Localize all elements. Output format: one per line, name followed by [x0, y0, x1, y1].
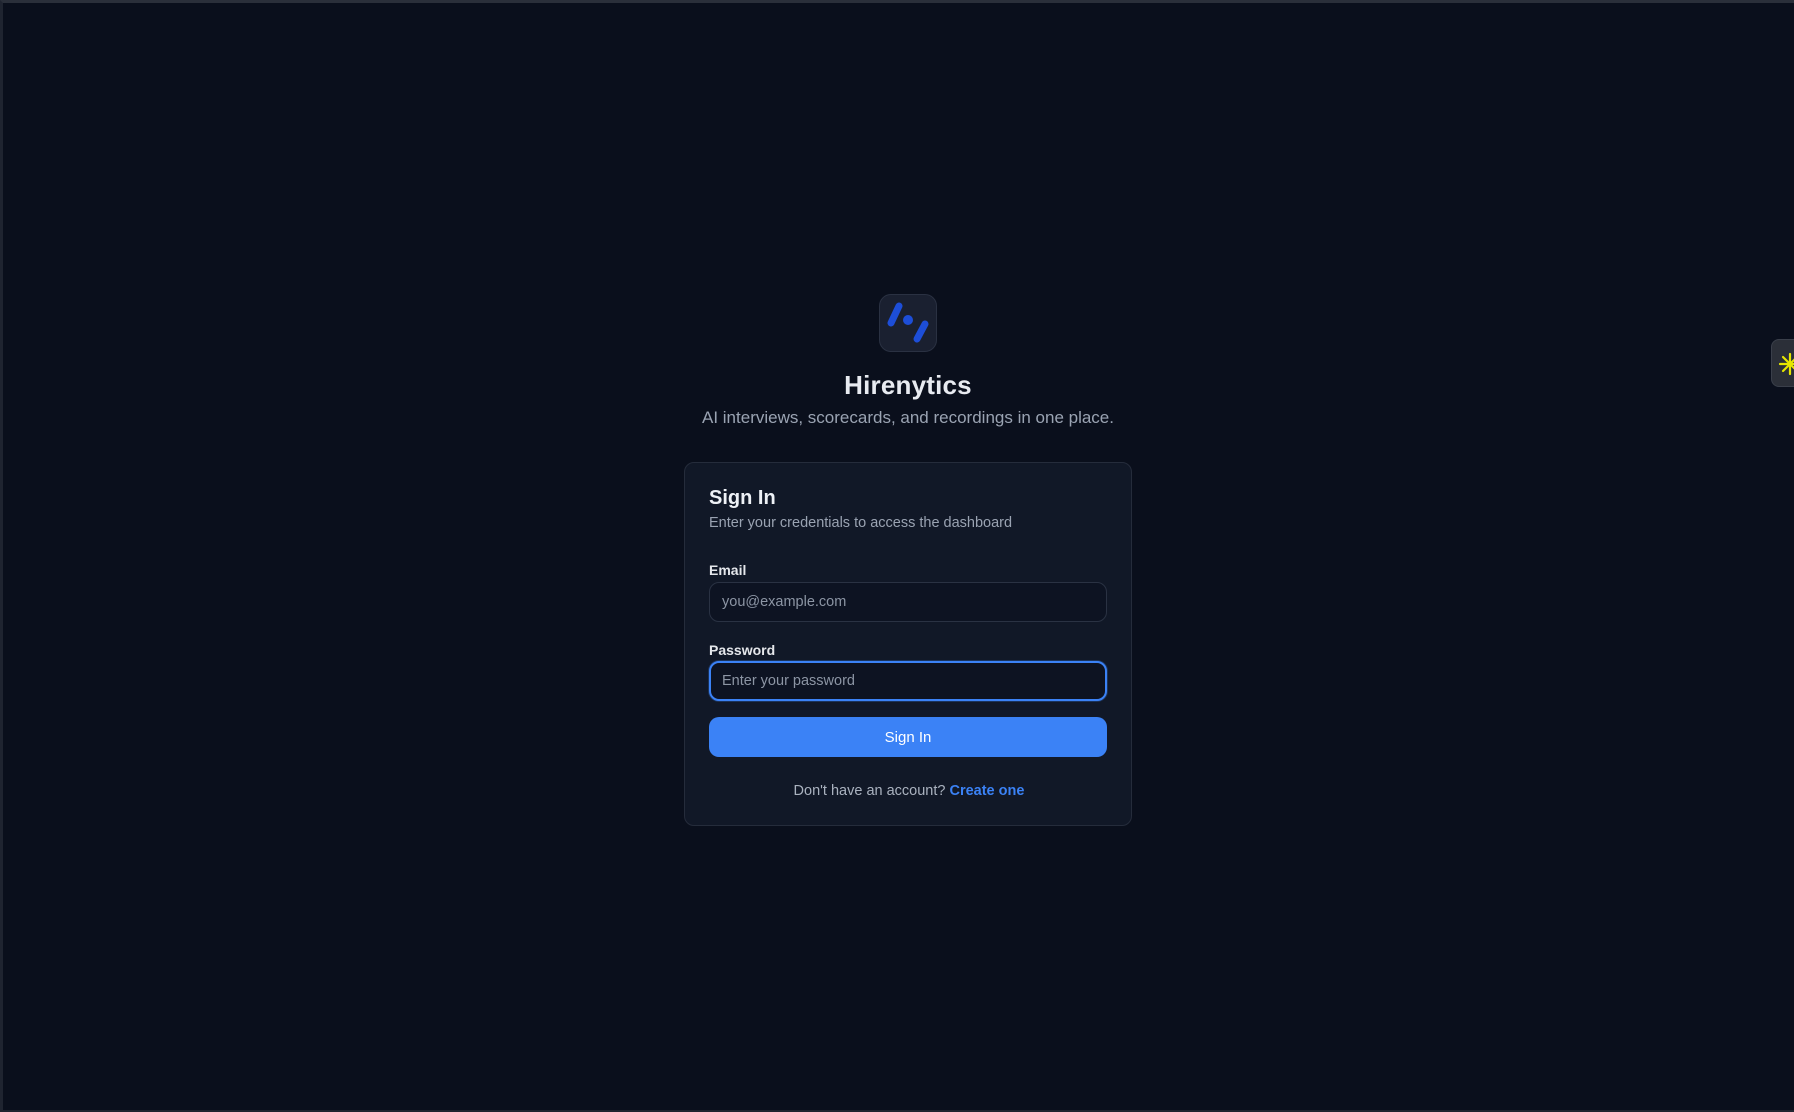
app-tagline: AI interviews, scorecards, and recording…: [702, 408, 1114, 427]
extension-tab[interactable]: [1771, 339, 1794, 387]
sign-in-button[interactable]: Sign In: [709, 717, 1107, 757]
password-label: Password: [709, 642, 776, 658]
signup-prompt: Don't have an account? Create one: [685, 783, 1133, 799]
password-field[interactable]: [709, 661, 1107, 701]
card-title: Sign In: [709, 487, 776, 509]
email-label: Email: [709, 562, 747, 578]
create-account-link[interactable]: Create one: [949, 783, 1024, 799]
page-background: Hirenytics AI interviews, scorecards, an…: [0, 0, 1794, 1112]
sign-in-card: Sign In Enter your credentials to access…: [684, 462, 1132, 826]
sparkle-icon: [1778, 352, 1794, 376]
card-subtitle: Enter your credentials to access the das…: [709, 515, 1013, 531]
email-field[interactable]: [709, 582, 1107, 622]
signup-prompt-text: Don't have an account?: [793, 783, 946, 799]
hirenytics-logo-icon: [879, 294, 937, 352]
app-name: Hirenytics: [844, 370, 972, 400]
